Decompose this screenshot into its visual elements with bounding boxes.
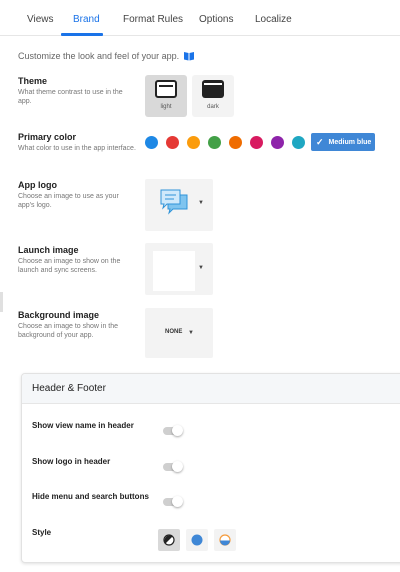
chat-bubbles-icon — [160, 189, 188, 215]
style-option-contrast[interactable] — [158, 529, 180, 551]
light-theme-icon — [155, 80, 177, 98]
chevron-down-icon: ▼ — [198, 200, 204, 206]
check-icon: ✓ — [316, 136, 324, 147]
theme-dark-option[interactable]: dark — [192, 75, 234, 117]
hide-menu-search-label: Hide menu and search buttons — [32, 492, 149, 501]
color-swatch[interactable] — [250, 136, 263, 149]
primary-color-title: Primary color — [18, 132, 77, 142]
active-tab-indicator — [61, 33, 103, 36]
show-logo-label: Show logo in header — [32, 457, 111, 466]
chevron-down-icon: ▼ — [188, 330, 194, 336]
chevron-down-icon: ▼ — [198, 265, 204, 271]
half-circle-icon — [219, 534, 231, 546]
show-logo-toggle[interactable] — [163, 461, 183, 472]
primary-color-setting: Primary color What color to use in the a… — [18, 132, 136, 153]
show-view-name-label: Show view name in header — [32, 421, 134, 430]
background-image-picker[interactable]: NONE ▼ — [145, 308, 213, 358]
tab-options[interactable]: Options — [199, 14, 233, 25]
solid-circle-icon — [191, 534, 203, 546]
theme-light-option[interactable]: light — [145, 75, 187, 117]
show-view-name-toggle[interactable] — [163, 425, 183, 436]
tab-format-rules[interactable]: Format Rules — [123, 14, 183, 25]
color-swatch[interactable] — [208, 136, 221, 149]
tab-localize[interactable]: Localize — [255, 14, 292, 25]
background-image-title: Background image — [18, 310, 100, 320]
color-swatch[interactable] — [229, 136, 242, 149]
app-logo-setting: App logo Choose an image to use as your … — [18, 180, 136, 210]
theme-dark-label: dark — [207, 104, 219, 110]
style-option-solid[interactable] — [186, 529, 208, 551]
selected-color-label: Medium blue — [328, 138, 372, 146]
app-logo-title: App logo — [18, 180, 57, 190]
launch-image-description: Choose an image to show on the launch an… — [18, 258, 121, 274]
background-image-description: Choose an image to show in the backgroun… — [18, 323, 119, 339]
launch-image-preview — [153, 251, 195, 291]
launch-image-title: Launch image — [18, 245, 79, 255]
app-logo-description: Choose an image to use as your app's log… — [18, 193, 119, 209]
style-label: Style — [32, 528, 52, 537]
background-image-value: NONE — [165, 329, 183, 335]
intro-line: Customize the look and feel of your app. — [18, 51, 195, 61]
color-swatch[interactable] — [145, 136, 158, 149]
book-icon[interactable] — [183, 51, 195, 61]
intro-text: Customize the look and feel of your app. — [18, 51, 180, 61]
color-swatch[interactable] — [292, 136, 305, 149]
launch-image-picker[interactable]: ▼ — [145, 243, 213, 295]
color-swatch[interactable] — [187, 136, 200, 149]
hide-menu-search-toggle[interactable] — [163, 496, 183, 507]
dark-theme-icon — [202, 80, 224, 98]
selected-color-button[interactable]: ✓ Medium blue — [311, 133, 375, 151]
side-panel-edge — [0, 292, 3, 312]
primary-color-description: What color to use in the app interface. — [18, 145, 136, 152]
tab-views[interactable]: Views — [27, 14, 54, 25]
color-swatch[interactable] — [166, 136, 179, 149]
style-option-split[interactable] — [214, 529, 236, 551]
theme-setting: Theme What theme contrast to use in the … — [18, 76, 136, 106]
tab-bar: Views Brand Format Rules Options Localiz… — [0, 0, 400, 36]
tab-brand[interactable]: Brand — [73, 14, 100, 25]
theme-description: What theme contrast to use in the app. — [18, 89, 123, 105]
header-footer-card: Header & Footer Show view name in header… — [21, 373, 400, 563]
theme-title: Theme — [18, 76, 48, 86]
color-swatch[interactable] — [271, 136, 284, 149]
header-footer-title: Header & Footer — [22, 374, 400, 404]
theme-light-label: light — [160, 104, 172, 110]
background-image-setting: Background image Choose an image to show… — [18, 310, 136, 340]
contrast-icon — [163, 534, 175, 546]
app-logo-picker[interactable]: ▼ — [145, 179, 213, 231]
launch-image-setting: Launch image Choose an image to show on … — [18, 245, 136, 275]
